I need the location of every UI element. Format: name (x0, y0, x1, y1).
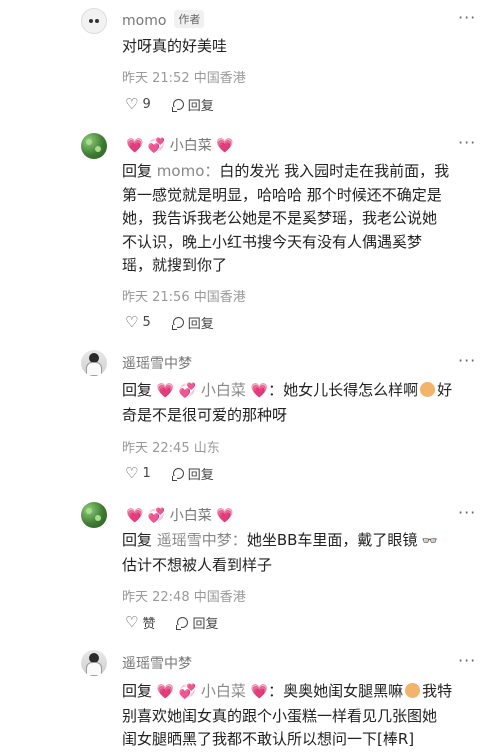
more-options-icon[interactable]: ··· (458, 651, 476, 670)
author-label[interactable]: 小白菜 (170, 508, 212, 524)
reply-prefix: 回复 (122, 531, 153, 549)
comment-actions: ♡ 赞 回复 (125, 613, 218, 633)
heart-outline-icon[interactable]: ♡ (125, 97, 138, 112)
like-count[interactable]: 9 (142, 97, 150, 112)
comment-actions: ♡ 9 回复 (125, 95, 214, 115)
comment-line: 回复 💗 💞 小白菜 💗：她女儿长得怎么样啊好 (122, 379, 484, 404)
more-options-icon[interactable]: ··· (458, 8, 476, 27)
heart-emoji-icon: 💗 (216, 508, 234, 524)
comment-line-text: 白的发光 我入园时走在我前面，我 (219, 162, 450, 180)
comment-meta: 昨天 22:45 山东 (122, 437, 220, 456)
author-name[interactable]: 💗 💞 小白菜 💗 (126, 505, 234, 525)
speech-bubble-icon[interactable] (171, 99, 184, 112)
reply-prefix: 回复 (122, 682, 153, 700)
comment-meta: 昨天 21:52 中国香港 (122, 67, 246, 86)
author-name[interactable]: momo 作者 (122, 10, 205, 29)
comment-line: 回复 💗 💞 小白菜 💗：奥奥她闺女腿黑嘛 我特 (122, 680, 484, 705)
comment-meta: 昨天 22:48 中国香港 (122, 586, 246, 605)
author-name[interactable]: 遥瑶雪中梦 (122, 353, 192, 373)
comment-line: 闺女腿晒黑了我都不敢认所以想问一下[棒R] (122, 730, 415, 748)
avatar[interactable] (81, 8, 107, 34)
reply-prefix: 回复 (122, 381, 153, 399)
comment-line: 不认识，晚上小红书搜今天有没有人偶遇奚梦 (122, 232, 423, 251)
like-count[interactable]: 1 (142, 466, 150, 481)
reply-button[interactable]: 回复 (188, 95, 214, 114)
comment-text: 回复 遥瑶雪中梦：她坐BB车里面，戴了眼镜 👓 估计不想被人看到样子 (122, 529, 484, 577)
face-emoji-icon (420, 382, 436, 397)
location: 山东 (193, 441, 220, 456)
heart-emoji-icon: 💗 💞 (156, 383, 197, 399)
heart-emoji-icon: 💗 (216, 138, 234, 154)
heart-emoji-icon: 💗 💞 (126, 138, 166, 154)
heart-emoji-icon: 💗 💞 (156, 684, 197, 700)
reply-target[interactable]: momo： (157, 162, 220, 180)
reply-button[interactable]: 回复 (192, 613, 218, 632)
speech-bubble-icon[interactable] (171, 468, 184, 481)
avatar[interactable] (81, 502, 107, 528)
reply-button[interactable]: 回复 (188, 464, 214, 483)
heart-outline-icon[interactable]: ♡ (125, 315, 138, 330)
timestamp: 昨天 22:45 (122, 441, 190, 456)
author-label[interactable]: 遥瑶雪中梦 (122, 356, 192, 372)
reply-target[interactable]: 遥瑶雪中梦： (157, 531, 247, 549)
avatar[interactable] (81, 650, 107, 676)
avatar[interactable] (81, 350, 107, 376)
comment-line: 第一感觉就是明显，哈哈哈 那个时候还不确定是 (122, 185, 442, 204)
comment-text: 对呀真的好美哇 (122, 35, 484, 59)
author-label[interactable]: 遥瑶雪中梦 (122, 656, 192, 672)
reply-prefix: 回复 (122, 162, 153, 180)
heart-outline-icon[interactable]: ♡ (125, 615, 138, 630)
comment-text: 回复 💗 💞 小白菜 💗：奥奥她闺女腿黑嘛 我特 别喜欢她闺女真的跟个小蛋糕一样看… (122, 680, 484, 752)
avatar[interactable] (81, 133, 107, 159)
face-emoji-icon (405, 683, 421, 698)
timestamp: 昨天 22:48 (122, 590, 190, 605)
comment-actions: ♡ 1 回复 (125, 464, 214, 484)
more-options-icon[interactable]: ··· (458, 133, 476, 152)
location: 中国香港 (193, 590, 246, 605)
comment-text: 回复 momo：白的发光 我入园时走在我前面，我 第一感觉就是明显，哈哈哈 那个… (122, 160, 484, 278)
reply-button[interactable]: 回复 (188, 313, 214, 332)
comment-line-text: 我特 (422, 682, 453, 700)
comment-line: 回复 遥瑶雪中梦：她坐BB车里面，戴了眼镜 👓 (122, 529, 484, 554)
heart-emoji-icon: 💗 (250, 383, 269, 399)
glasses-emoji-icon: 👓 (417, 534, 438, 549)
author-label[interactable]: 小白菜 (170, 138, 212, 154)
comment-line-text: 她坐BB车里面，戴了眼镜 (246, 531, 418, 549)
author-name[interactable]: 💗 💞 小白菜 💗 (126, 135, 234, 155)
comment-line-text: ：她女儿长得怎么样啊 (268, 381, 419, 399)
author-badge: 作者 (174, 10, 205, 28)
author-label[interactable]: momo (122, 13, 166, 29)
comment-line: 别喜欢她闺女真的跟个小蛋糕一样看见几张图她 (122, 706, 438, 725)
timestamp: 昨天 21:52 (122, 71, 190, 86)
comment-line: 奇是不是很可爱的那种呀 (122, 405, 288, 424)
heart-emoji-icon: 💗 (250, 684, 269, 700)
author-name[interactable]: 遥瑶雪中梦 (122, 653, 192, 673)
comment-text: 回复 💗 💞 小白菜 💗：她女儿长得怎么样啊好 奇是不是很可爱的那种呀 (122, 379, 484, 427)
comment-line: 回复 momo：白的发光 我入园时走在我前面，我 (122, 160, 484, 184)
location: 中国香港 (193, 71, 246, 86)
comment-line: 估计不想被人看到样子 (122, 555, 273, 574)
reply-target[interactable]: 小白菜 (201, 682, 246, 700)
comment-line-text: 好 (437, 381, 453, 399)
comment-line-text: ：奥奥她闺女腿黑嘛 (268, 682, 404, 700)
location: 中国香港 (193, 290, 246, 305)
comment-line: 她，我告诉我老公她是不是奚梦瑶，我老公说她 (122, 209, 438, 227)
more-options-icon[interactable]: ··· (458, 503, 476, 522)
speech-bubble-icon[interactable] (171, 317, 184, 330)
comment-meta: 昨天 21:56 中国香港 (122, 286, 246, 305)
comment-line: 瑶，就搜到你了 (122, 256, 228, 274)
more-options-icon[interactable]: ··· (458, 351, 476, 370)
heart-emoji-icon: 💗 💞 (126, 508, 166, 524)
comment-line: 对呀真的好美哇 (122, 37, 228, 55)
like-button[interactable]: 赞 (142, 613, 155, 632)
like-count[interactable]: 5 (142, 315, 150, 330)
heart-outline-icon[interactable]: ♡ (125, 466, 138, 481)
reply-target[interactable]: 小白菜 (201, 381, 246, 399)
comment-actions: ♡ 5 回复 (125, 313, 214, 333)
speech-bubble-icon[interactable] (176, 617, 189, 630)
timestamp: 昨天 21:56 (122, 290, 190, 305)
